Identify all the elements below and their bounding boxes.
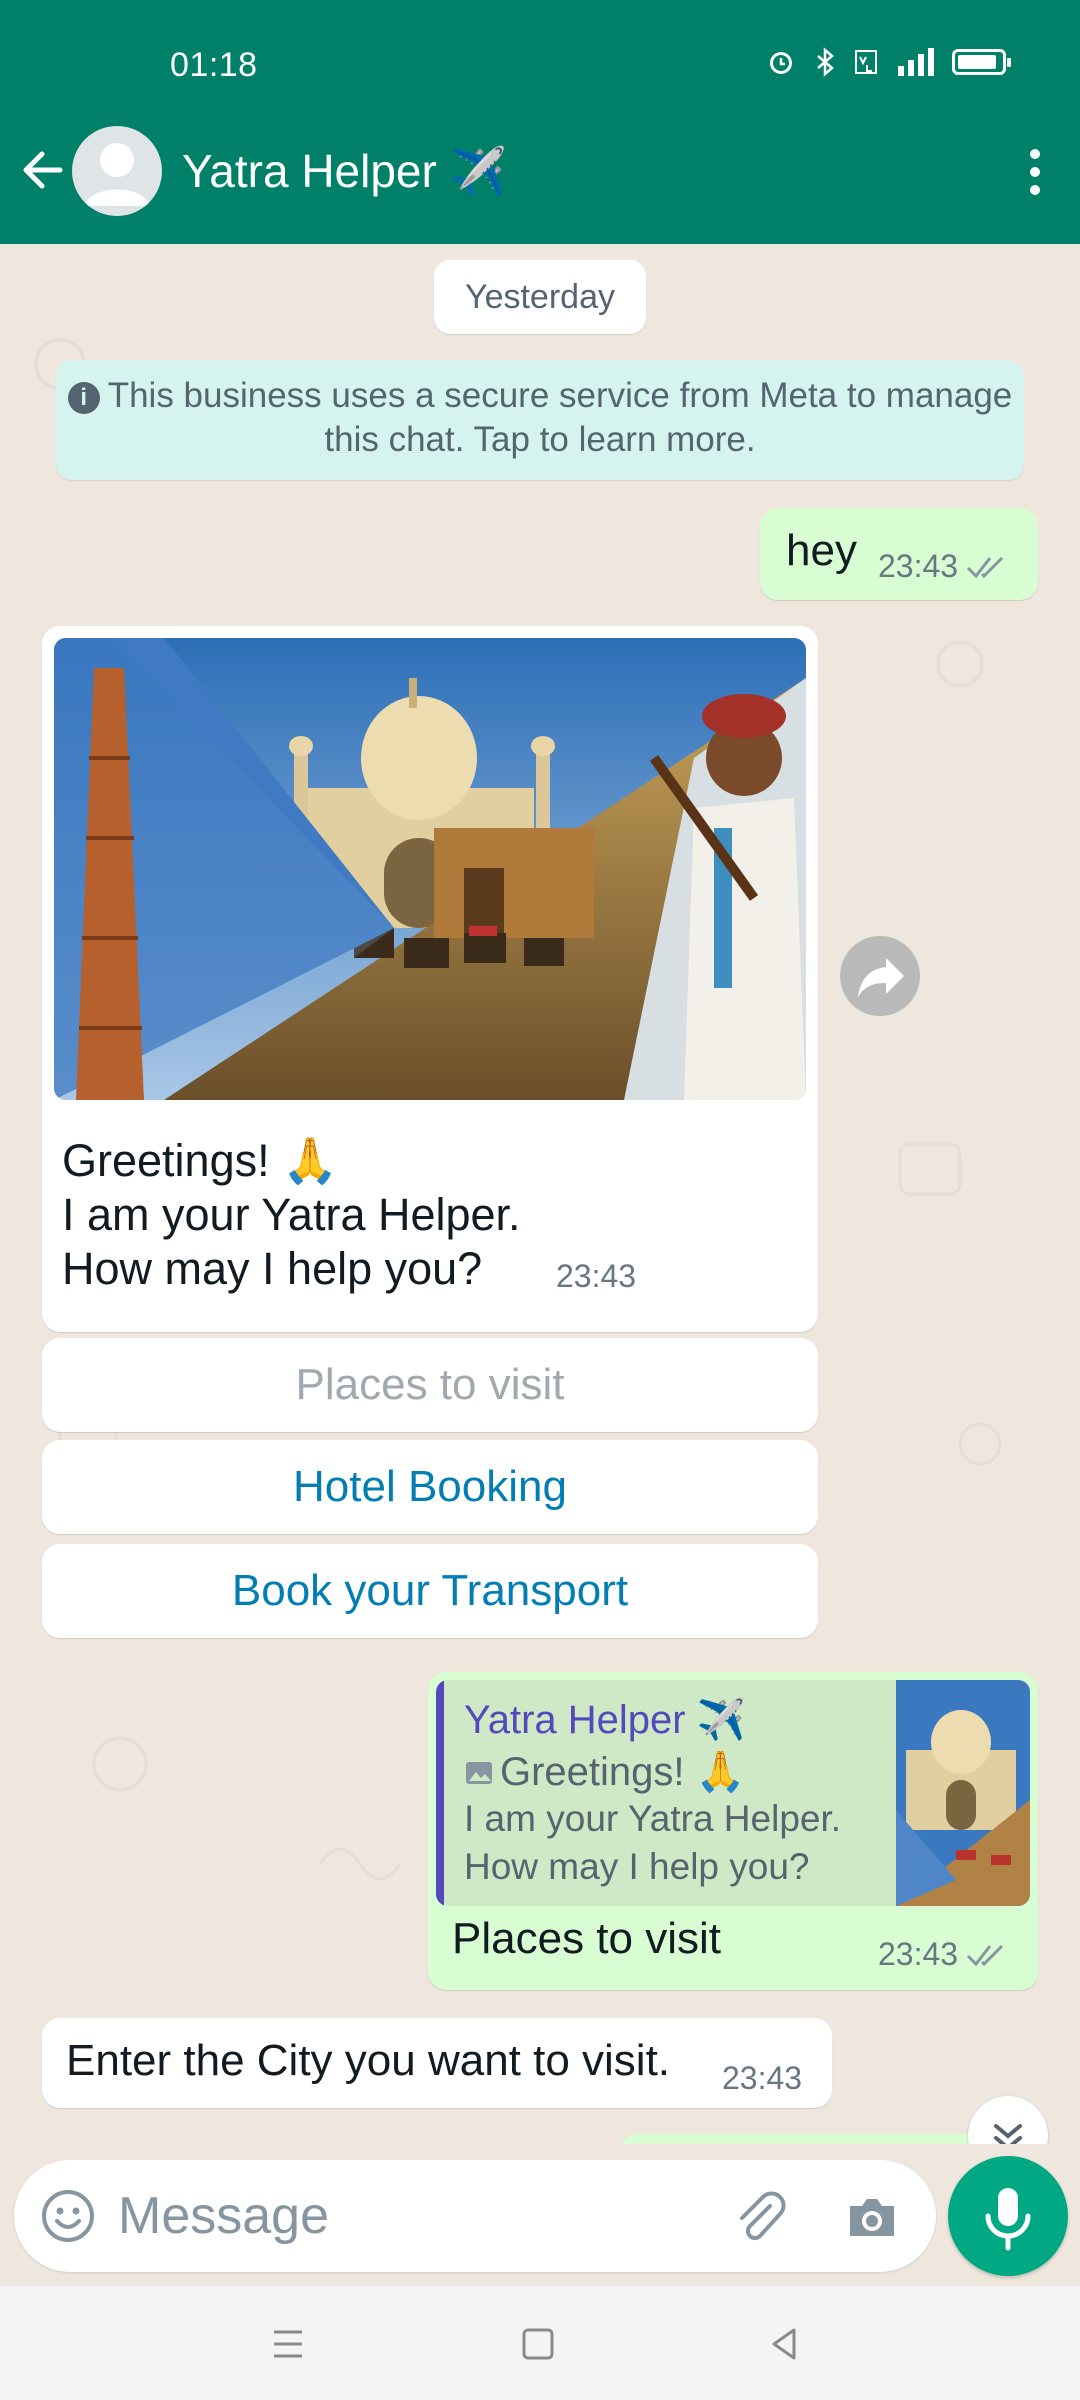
status-bar: 01:18 xyxy=(0,0,1080,130)
chat-area[interactable]: Yesterday i This business uses a secure s… xyxy=(0,244,1080,2144)
encryption-notice[interactable]: i This business uses a secure service fro… xyxy=(56,360,1024,480)
message-text: Places to visit xyxy=(452,1914,721,1963)
quick-reply-places[interactable]: Places to visit xyxy=(42,1338,818,1432)
status-time: 01:18 xyxy=(170,46,258,84)
notice-text: This business uses a secure service from… xyxy=(107,376,1013,459)
composer xyxy=(14,2160,936,2272)
home-icon[interactable] xyxy=(510,2316,566,2372)
message-meta: 23:43 xyxy=(878,1936,1008,1977)
double-check-icon xyxy=(966,552,1008,589)
message-text: hey xyxy=(786,526,857,575)
quote-author: Yatra Helper ✈️ xyxy=(464,1698,747,1742)
message-incoming-card[interactable]: Greetings! 🙏 I am your Yatra Helper. How… xyxy=(42,626,818,1332)
quick-reply-transport[interactable]: Book your Transport xyxy=(42,1544,818,1638)
system-nav-bar xyxy=(0,2286,1080,2400)
landmarks-collage xyxy=(54,638,806,1100)
app-header: 01:18 Yatra Helper ✈️ xyxy=(0,0,1080,244)
quoted-message[interactable]: Yatra Helper ✈️ Greetings! 🙏 I am your Y… xyxy=(436,1680,1030,1906)
double-check-icon xyxy=(966,1940,1008,1977)
greeting-line: How may I help you? xyxy=(62,1243,483,1294)
image-icon xyxy=(466,1762,492,1784)
alarm-icon xyxy=(766,47,796,77)
date-separator: Yesterday xyxy=(434,260,646,334)
greeting-line: I am your Yatra Helper. xyxy=(62,1189,521,1240)
chat-title[interactable]: Yatra Helper ✈️ xyxy=(182,144,507,199)
status-icons xyxy=(766,46,1011,78)
mic-icon[interactable] xyxy=(948,2156,1068,2276)
attach-icon[interactable] xyxy=(730,2188,790,2248)
message-time: 23:43 xyxy=(878,1936,959,1972)
message-text: Greetings! 🙏 I am your Yatra Helper. How… xyxy=(62,1134,521,1296)
message-meta: 23:43 xyxy=(878,548,1008,589)
quote-bar xyxy=(436,1680,444,1906)
info-icon: i xyxy=(67,382,100,414)
chevron-down-icon[interactable] xyxy=(968,2096,1048,2144)
camera-icon[interactable] xyxy=(842,2188,902,2248)
message-incoming[interactable]: Enter the City you want to visit. 23:43 xyxy=(42,2018,832,2108)
message-outgoing-reply[interactable]: Yatra Helper ✈️ Greetings! 🙏 I am your Y… xyxy=(428,1672,1038,1990)
recent-apps-icon[interactable] xyxy=(260,2316,316,2372)
quote-line: How may I help you? xyxy=(464,1846,810,1887)
message-outgoing[interactable]: hey 23:43 xyxy=(760,508,1038,600)
chat-toolbar: Yatra Helper ✈️ xyxy=(0,122,1080,222)
message-time: 23:43 xyxy=(878,548,959,584)
greeting-line: Greetings! 🙏 xyxy=(62,1135,339,1186)
forward-icon[interactable] xyxy=(840,936,920,1016)
quote-text: Greetings! 🙏 xyxy=(500,1750,746,1794)
quote-line: Greetings! 🙏 xyxy=(464,1748,745,1795)
message-time: 23:43 xyxy=(556,1258,637,1294)
quote-thumbnail xyxy=(896,1680,1030,1906)
more-vert-icon[interactable] xyxy=(1020,144,1050,200)
message-input[interactable] xyxy=(118,2180,678,2252)
avatar[interactable] xyxy=(72,126,162,216)
quick-reply-hotel[interactable]: Hotel Booking xyxy=(42,1440,818,1534)
message-time: 23:43 xyxy=(722,2060,803,2096)
bluetooth-icon xyxy=(810,47,840,77)
signal-icon xyxy=(892,46,938,78)
back-arrow-icon[interactable] xyxy=(14,142,70,198)
battery-icon xyxy=(952,49,1011,75)
avatar-icon xyxy=(85,143,149,206)
message-text: Enter the City you want to visit. xyxy=(66,2036,671,2085)
volte-icon xyxy=(854,47,878,77)
nav-back-icon[interactable] xyxy=(756,2316,812,2372)
emoji-icon[interactable] xyxy=(38,2186,98,2246)
quote-line: I am your Yatra Helper. xyxy=(464,1798,842,1839)
india-landmarks-image[interactable] xyxy=(54,638,806,1100)
